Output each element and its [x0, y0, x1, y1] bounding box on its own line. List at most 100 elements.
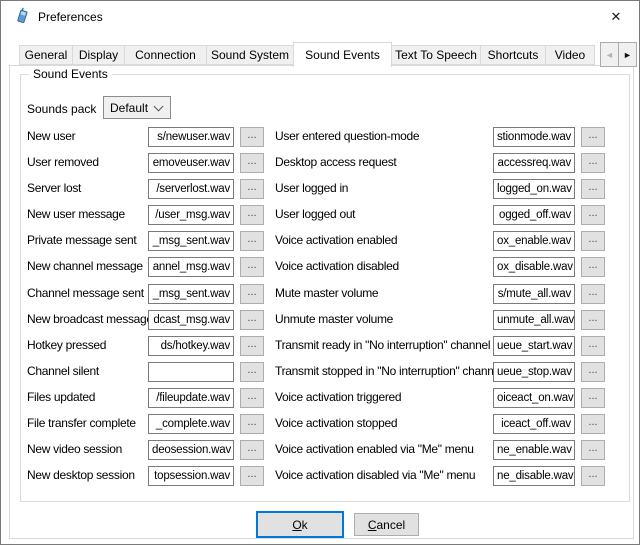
- tab-scroll-right-icon[interactable]: ►: [618, 42, 637, 67]
- sound-file-value: s/newuser.wav: [149, 128, 233, 146]
- sound-file-input[interactable]: ne_enable.wav: [493, 440, 575, 460]
- sound-file-input[interactable]: oiceact_on.wav: [493, 388, 575, 408]
- browse-button[interactable]: ...: [240, 284, 264, 304]
- sound-event-row: User entered question-mode stionmode.wav…: [275, 124, 619, 150]
- sound-event-row: Hotkey pressed ds/hotkey.wav ...: [27, 333, 277, 359]
- browse-button[interactable]: ...: [240, 310, 264, 330]
- browse-button[interactable]: ...: [240, 466, 264, 486]
- sound-file-input[interactable]: _msg_sent.wav: [148, 284, 234, 304]
- sound-event-label: New video session: [27, 442, 122, 456]
- sound-file-input[interactable]: s/mute_all.wav: [493, 284, 575, 304]
- sound-file-input[interactable]: annel_msg.wav: [148, 257, 234, 277]
- sound-file-value: _complete.wav: [149, 415, 233, 433]
- browse-button[interactable]: ...: [240, 231, 264, 251]
- sound-file-input[interactable]: ueue_start.wav: [493, 336, 575, 356]
- sound-file-input[interactable]: ox_disable.wav: [493, 257, 575, 277]
- sound-file-input[interactable]: ueue_stop.wav: [493, 362, 575, 382]
- browse-button[interactable]: ...: [240, 257, 264, 277]
- sound-file-input[interactable]: _complete.wav: [148, 414, 234, 434]
- browse-button[interactable]: ...: [240, 414, 264, 434]
- browse-button[interactable]: ...: [581, 153, 605, 173]
- browse-button[interactable]: ...: [240, 179, 264, 199]
- tab-connection[interactable]: Connection: [124, 45, 207, 65]
- cancel-button-label: Cancel: [355, 518, 418, 532]
- sound-file-input[interactable]: ox_enable.wav: [493, 231, 575, 251]
- tab-video[interactable]: Video: [545, 45, 595, 65]
- sound-event-row: Mute master volume s/mute_all.wav ...: [275, 281, 619, 307]
- sound-file-input[interactable]: ogged_off.wav: [493, 205, 575, 225]
- sound-event-row: Voice activation disabled ox_disable.wav…: [275, 254, 619, 280]
- ok-button[interactable]: Ok: [256, 511, 344, 538]
- sound-event-label: Unmute master volume: [275, 312, 393, 326]
- sound-file-input[interactable]: emoveuser.wav: [148, 153, 234, 173]
- sound-event-label: Voice activation enabled via "Me" menu: [275, 442, 474, 456]
- ok-button-label: Ok: [258, 518, 342, 532]
- browse-button[interactable]: ...: [240, 127, 264, 147]
- browse-button[interactable]: ...: [581, 336, 605, 356]
- browse-button[interactable]: ...: [581, 179, 605, 199]
- sound-file-input[interactable]: stionmode.wav: [493, 127, 575, 147]
- browse-button[interactable]: ...: [240, 388, 264, 408]
- browse-button[interactable]: ...: [581, 388, 605, 408]
- sound-event-row: Voice activation triggered oiceact_on.wa…: [275, 385, 619, 411]
- tab-text-to-speech[interactable]: Text To Speech: [391, 45, 481, 65]
- sound-event-row: Transmit ready in "No interruption" chan…: [275, 333, 619, 359]
- browse-button[interactable]: ...: [581, 310, 605, 330]
- sound-file-value: _msg_sent.wav: [149, 285, 233, 303]
- tab-scroll-buttons: ◄ ►: [601, 42, 637, 67]
- sound-file-value: emoveuser.wav: [149, 154, 233, 172]
- sound-event-label: Desktop access request: [275, 155, 396, 169]
- close-icon[interactable]: ✕: [605, 7, 627, 27]
- browse-button[interactable]: ...: [581, 362, 605, 382]
- sound-file-input[interactable]: /user_msg.wav: [148, 205, 234, 225]
- sound-file-input[interactable]: _msg_sent.wav: [148, 231, 234, 251]
- browse-button[interactable]: ...: [581, 466, 605, 486]
- sound-file-input[interactable]: ds/hotkey.wav: [148, 336, 234, 356]
- tab-label: Display: [79, 48, 118, 62]
- sound-event-label: User removed: [27, 155, 99, 169]
- sound-file-value: topsession.wav: [149, 467, 233, 485]
- sounds-pack-select[interactable]: Default: [103, 96, 171, 119]
- browse-button[interactable]: ...: [581, 257, 605, 277]
- sound-file-input[interactable]: unmute_all.wav: [493, 310, 575, 330]
- browse-button[interactable]: ...: [581, 231, 605, 251]
- browse-button[interactable]: ...: [240, 362, 264, 382]
- browse-button[interactable]: ...: [240, 440, 264, 460]
- browse-button[interactable]: ...: [581, 205, 605, 225]
- title-bar[interactable]: Preferences ✕: [1, 1, 639, 31]
- browse-button[interactable]: ...: [581, 414, 605, 434]
- sound-event-label: User logged out: [275, 207, 355, 221]
- sound-event-row: New channel message annel_msg.wav ...: [27, 254, 277, 280]
- cancel-button[interactable]: Cancel: [354, 513, 419, 536]
- sound-file-value: ueue_stop.wav: [494, 363, 574, 381]
- browse-button[interactable]: ...: [240, 153, 264, 173]
- tab-shortcuts[interactable]: Shortcuts: [480, 45, 546, 65]
- tab-scroll-left-icon[interactable]: ◄: [600, 42, 619, 67]
- tab-display[interactable]: Display: [72, 45, 125, 65]
- sound-file-input[interactable]: iceact_off.wav: [493, 414, 575, 434]
- sound-event-row: Channel silent ...: [27, 359, 277, 385]
- browse-button[interactable]: ...: [240, 336, 264, 356]
- sound-file-input[interactable]: s/newuser.wav: [148, 127, 234, 147]
- browse-button[interactable]: ...: [581, 440, 605, 460]
- sound-file-input[interactable]: ne_disable.wav: [493, 466, 575, 486]
- sound-file-input[interactable]: dcast_msg.wav: [148, 310, 234, 330]
- sound-event-label: Hotkey pressed: [27, 338, 106, 352]
- sound-file-input[interactable]: logged_on.wav: [493, 179, 575, 199]
- sound-file-input[interactable]: deosession.wav: [148, 440, 234, 460]
- sound-file-input[interactable]: accessreq.wav: [493, 153, 575, 173]
- sound-event-label: New user message: [27, 207, 125, 221]
- tab-sound-system[interactable]: Sound System: [206, 45, 294, 65]
- sound-event-row: Files updated /fileupdate.wav ...: [27, 385, 277, 411]
- sound-file-input[interactable]: topsession.wav: [148, 466, 234, 486]
- sound-file-value: stionmode.wav: [494, 128, 574, 146]
- sound-events-left-column: New user s/newuser.wav ... User removed …: [27, 124, 277, 489]
- browse-button[interactable]: ...: [581, 284, 605, 304]
- sound-file-input[interactable]: [148, 362, 234, 382]
- browse-button[interactable]: ...: [581, 127, 605, 147]
- tab-sound-events[interactable]: Sound Events: [293, 42, 392, 67]
- sound-file-input[interactable]: /fileupdate.wav: [148, 388, 234, 408]
- browse-button[interactable]: ...: [240, 205, 264, 225]
- tab-general[interactable]: General: [19, 45, 73, 65]
- sound-file-input[interactable]: /serverlost.wav: [148, 179, 234, 199]
